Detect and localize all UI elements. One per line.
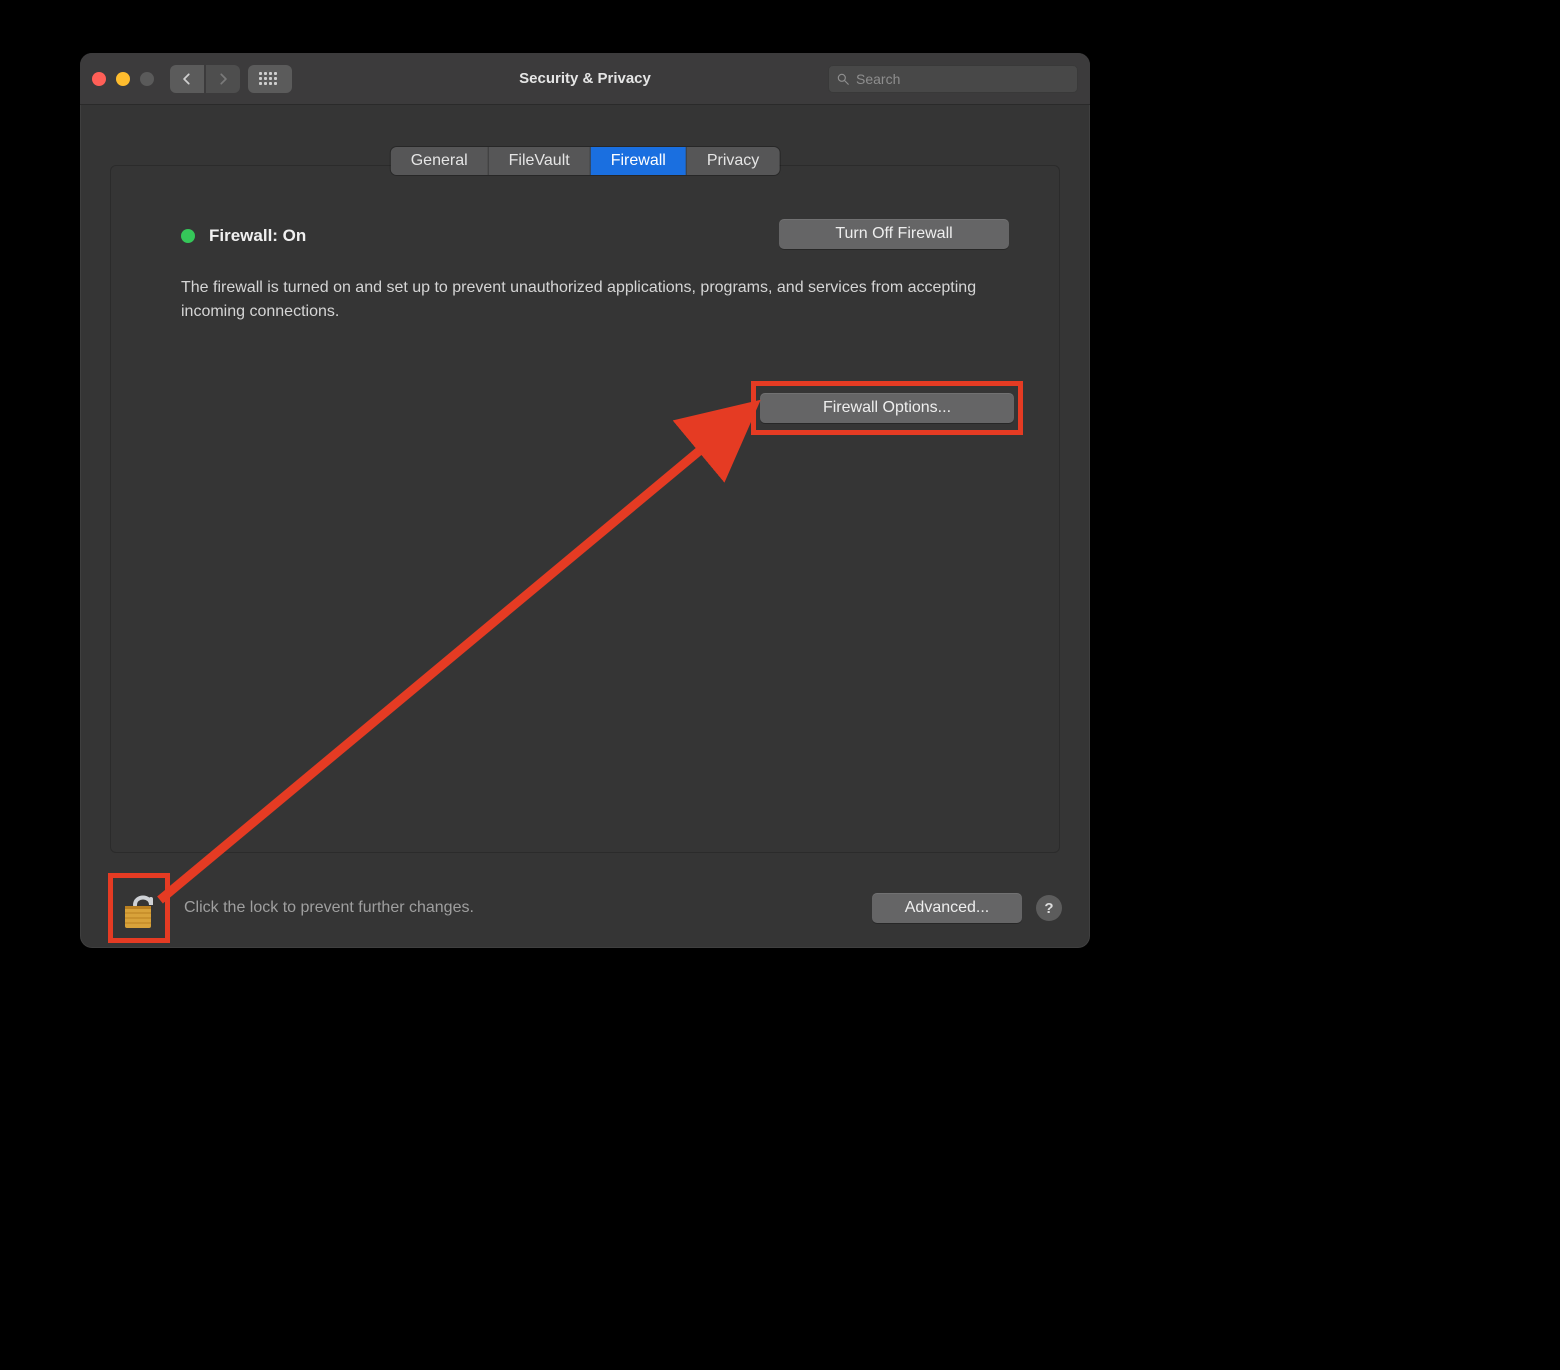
firewall-options-button[interactable]: Firewall Options... — [760, 393, 1014, 423]
status-indicator-icon — [181, 229, 195, 243]
annotation-highlight-options: Firewall Options... — [751, 381, 1023, 435]
tab-bar: General FileVault Firewall Privacy — [391, 147, 780, 175]
zoom-window-button[interactable] — [140, 72, 154, 86]
close-window-button[interactable] — [92, 72, 106, 86]
annotation-highlight-lock — [108, 873, 170, 943]
unlock-icon[interactable] — [121, 886, 157, 930]
footer-right: Advanced... ? — [872, 893, 1062, 923]
search-input[interactable] — [856, 71, 1070, 87]
window-controls — [92, 72, 154, 86]
tab-privacy[interactable]: Privacy — [687, 147, 779, 175]
show-all-button[interactable] — [248, 65, 292, 93]
content-panel: Firewall: On Turn Off Firewall The firew… — [110, 165, 1060, 853]
chevron-right-icon — [216, 72, 230, 86]
search-field[interactable] — [828, 65, 1078, 93]
chevron-left-icon — [180, 72, 194, 86]
footer: Click the lock to prevent further change… — [80, 868, 1090, 948]
search-icon — [836, 72, 850, 86]
forward-button[interactable] — [206, 65, 240, 93]
tab-general[interactable]: General — [391, 147, 489, 175]
window-body: Firewall: On Turn Off Firewall The firew… — [80, 105, 1090, 948]
advanced-button[interactable]: Advanced... — [872, 893, 1022, 923]
grid-icon — [259, 72, 281, 86]
nav-buttons — [170, 65, 240, 93]
turn-off-firewall-button[interactable]: Turn Off Firewall — [779, 219, 1009, 249]
tab-firewall[interactable]: Firewall — [591, 147, 687, 175]
firewall-status-label: Firewall: On — [209, 226, 306, 246]
firewall-status: Firewall: On — [181, 226, 306, 246]
tab-filevault[interactable]: FileVault — [489, 147, 591, 175]
firewall-description: The firewall is turned on and set up to … — [181, 276, 989, 324]
lock-hint-text: Click the lock to prevent further change… — [184, 899, 474, 917]
back-button[interactable] — [170, 65, 204, 93]
preferences-window: Security & Privacy Firewall: On Turn Off… — [80, 53, 1090, 948]
titlebar: Security & Privacy — [80, 53, 1090, 105]
help-button[interactable]: ? — [1036, 895, 1062, 921]
minimize-window-button[interactable] — [116, 72, 130, 86]
